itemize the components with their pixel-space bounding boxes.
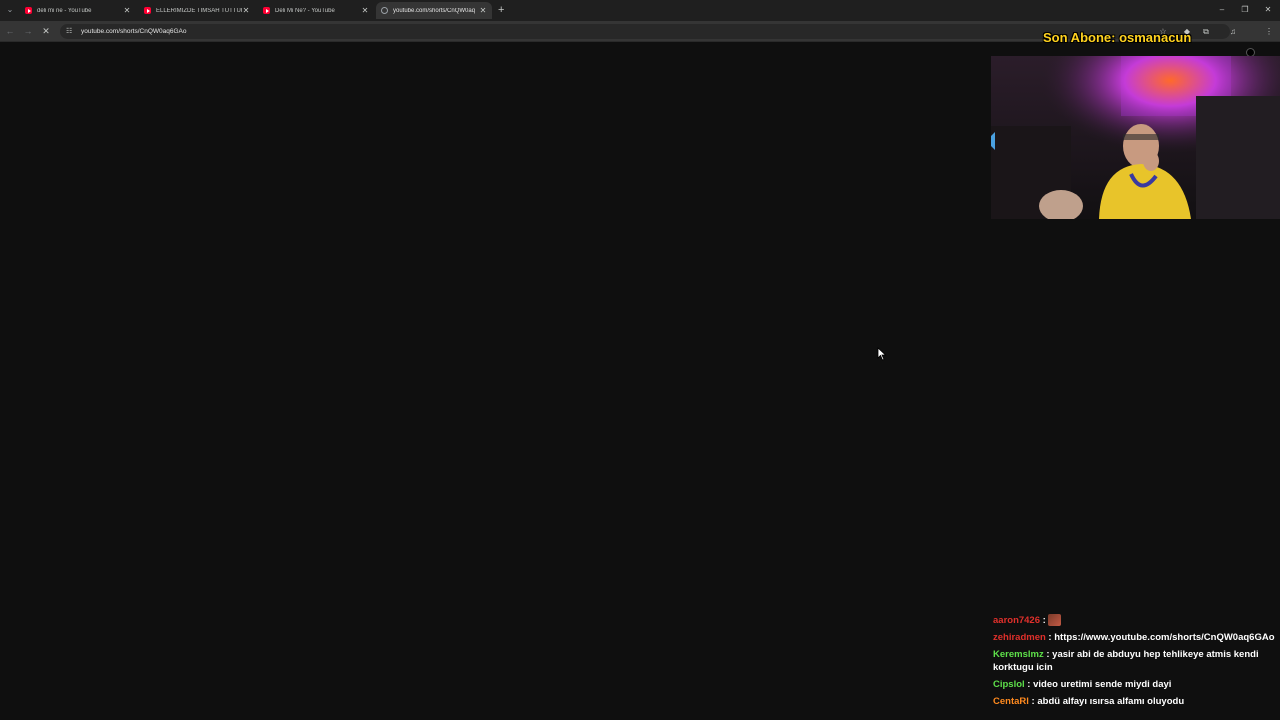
youtube-icon xyxy=(263,7,270,14)
emote-icon xyxy=(1048,614,1062,627)
chat-separator: : xyxy=(1024,679,1034,690)
puzzle-icon[interactable]: ⧉ xyxy=(1201,27,1211,37)
stop-loading-icon[interactable]: ✕ xyxy=(40,25,52,37)
close-icon[interactable]: ✕ xyxy=(123,6,131,15)
tab-strip: ⌄ deli mi ne - YouTube ✕ ELLERİMİZDE TİM… xyxy=(0,0,1280,21)
chat-message: CentaRl : abdü alfayı ısırsa alfamı oluy… xyxy=(993,695,1280,708)
chat-separator: : xyxy=(1040,615,1049,626)
menu-icon[interactable]: ⋮ xyxy=(1264,27,1274,37)
chat-text: video uretimi sende miydi dayi xyxy=(1033,679,1172,690)
tab-title: deli mi ne - YouTube xyxy=(37,7,92,14)
chat-message: Cipslol : video uretimi sende miydi dayi xyxy=(993,678,1280,691)
webcam-feed xyxy=(991,56,1280,219)
chat-username: aaron7426 xyxy=(993,615,1041,626)
last-subscriber-label: Son Abone: osmanacun xyxy=(1043,30,1192,45)
close-icon[interactable]: ✕ xyxy=(242,6,250,15)
youtube-icon xyxy=(25,7,32,14)
chat-username: zehiradmen xyxy=(993,632,1046,643)
window-close-icon[interactable]: ✕ xyxy=(1262,4,1274,16)
close-icon[interactable]: ✕ xyxy=(361,6,369,15)
forward-icon[interactable]: → xyxy=(22,25,34,37)
back-icon[interactable]: ← xyxy=(4,25,16,37)
site-info-icon[interactable]: ☷ xyxy=(66,28,74,36)
tab-title: youtube.com/shorts/CnQW0aq xyxy=(393,7,476,14)
mouse-cursor-icon xyxy=(877,347,887,361)
tab-title: Deli Mi Ne? - YouTube xyxy=(275,7,335,14)
tab-4-active[interactable]: youtube.com/shorts/CnQW0aq ✕ xyxy=(376,2,492,19)
chat-message: Keremslmz : yasir abi de abduyu hep tehl… xyxy=(993,648,1280,674)
new-tab-icon[interactable]: + xyxy=(498,3,504,17)
chat-separator: : xyxy=(1043,649,1053,660)
tab-title: ELLERİMİZDE TİMSAH TUTTUK xyxy=(156,7,242,14)
chat-username: Cipslol xyxy=(993,679,1025,690)
tab-3[interactable]: Deli Mi Ne? - YouTube ✕ xyxy=(258,2,374,19)
chat-text: abdü alfayı ısırsa alfamı oluyodu xyxy=(1037,696,1185,707)
webcam-image xyxy=(991,56,1280,219)
youtube-icon xyxy=(144,7,151,14)
minimize-icon[interactable]: – xyxy=(1216,4,1228,16)
chat-text: https://www.youtube.com/shorts/CnQW0aq6G… xyxy=(1054,632,1275,643)
tab-search-icon[interactable]: ⌄ xyxy=(4,4,16,16)
chat-separator: : xyxy=(1045,632,1055,643)
chat-message: zehiradmen : https://www.youtube.com/sho… xyxy=(993,631,1280,644)
globe-icon xyxy=(381,7,388,14)
stream-chat: aaron7426 : zehiradmen : https://www.you… xyxy=(992,614,1280,712)
restore-icon[interactable]: ❐ xyxy=(1239,4,1251,16)
chat-message: aaron7426 : xyxy=(993,614,1280,627)
tab-2[interactable]: ELLERİMİZDE TİMSAH TUTTUK ✕ xyxy=(139,2,255,19)
url-text: youtube.com/shorts/CnQW0aq6GAo xyxy=(81,28,187,35)
chat-username: Keremslmz xyxy=(993,649,1044,660)
close-icon[interactable]: ✕ xyxy=(479,6,487,15)
media-icon[interactable]: ♫ xyxy=(1228,27,1238,37)
chat-username: CentaRl xyxy=(993,696,1029,707)
tab-1[interactable]: deli mi ne - YouTube ✕ xyxy=(20,2,136,19)
